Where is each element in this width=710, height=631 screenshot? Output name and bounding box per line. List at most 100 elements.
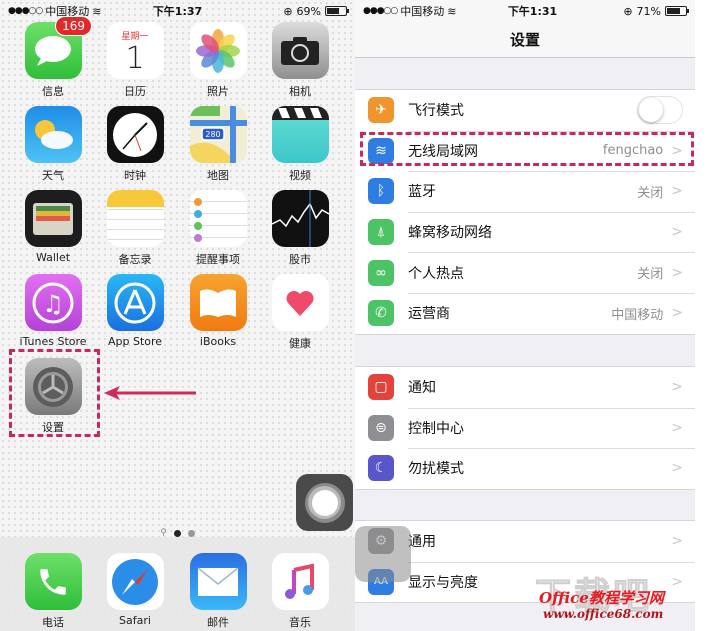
svg-text:♫: ♫	[42, 290, 64, 318]
app-app-store[interactable]: App Store	[100, 274, 170, 348]
app-label: 相机	[289, 85, 311, 98]
dock-app-mail[interactable]: 邮件	[183, 553, 253, 630]
row-label: 运营商	[408, 306, 450, 323]
app-ibooks[interactable]: iBooks	[183, 274, 253, 348]
itunes-store-icon: ♫	[24, 274, 82, 331]
battery-icon	[325, 6, 349, 16]
app-label: 日历	[124, 85, 146, 98]
chevron-right-icon: >	[671, 183, 683, 200]
app-label: 邮件	[207, 616, 229, 629]
app-videos[interactable]: 视频	[265, 106, 335, 183]
home-screen: ●●●○○ 中国移动 ≋ 下午1:37 ⊕ 69% 169 信息 星期一 1 日历 照片 相机 天气…	[0, 0, 355, 631]
app-weather[interactable]: 天气	[18, 106, 88, 183]
rotation-lock-icon: ⊕	[283, 4, 293, 18]
page-title: 设置	[355, 22, 695, 58]
clock-icon	[106, 106, 164, 163]
status-time: 下午1:31	[507, 5, 558, 18]
row-value: 关闭	[637, 267, 664, 283]
dock-app-phone[interactable]: 电话	[18, 553, 88, 630]
settings-row-cellular[interactable]: ⍋ 蜂窝移动网络 >	[355, 211, 695, 253]
calendar-icon: 星期一 1	[106, 22, 164, 79]
music-icon	[271, 553, 329, 610]
assistive-touch-button-faded[interactable]	[355, 526, 411, 582]
wifi-icon: ≋	[92, 4, 102, 18]
safari-icon	[106, 553, 164, 610]
chevron-right-icon: >	[671, 533, 683, 550]
row-label: 蜂窝移动网络	[408, 225, 492, 242]
app-camera[interactable]: 相机	[265, 22, 335, 99]
row-value: 关闭	[637, 185, 664, 201]
highlight-box-wifi	[360, 132, 694, 166]
battery-percent: 71%	[636, 4, 661, 18]
row-label: 勿扰模式	[408, 461, 464, 478]
battery-icon	[665, 6, 689, 16]
row-label: 控制中心	[408, 420, 464, 437]
hotspot-icon: ∞	[368, 259, 394, 286]
app-label: 电话	[42, 616, 64, 629]
watermark: 下载吧 Office教程学习网 www.office68.com	[527, 567, 692, 627]
row-label: 通知	[408, 380, 436, 397]
app-stocks[interactable]: 股市	[265, 190, 335, 267]
wallet-icon	[24, 190, 82, 247]
app-label: Safari	[119, 614, 151, 627]
app-health[interactable]: 健康	[265, 274, 335, 351]
app-notes[interactable]: 备忘录	[100, 190, 170, 267]
health-icon	[271, 274, 329, 331]
phone-icon	[24, 553, 82, 610]
status-bar: ●●●○○ 中国移动 ≋ 下午1:31 ⊕ 71%	[355, 0, 710, 22]
chevron-right-icon: >	[671, 379, 683, 396]
app-messages[interactable]: 169 信息	[18, 16, 92, 99]
row-label: 通用	[408, 534, 436, 551]
app-label: 健康	[289, 337, 311, 350]
app-wallet[interactable]: Wallet	[18, 190, 88, 264]
settings-row-bluetooth[interactable]: ᛒ 蓝牙 关闭 >	[355, 171, 695, 212]
app-photos[interactable]: 照片	[183, 22, 253, 99]
app-maps[interactable]: 280 地图	[183, 106, 253, 183]
settings-row-control-center[interactable]: ⊜ 控制中心 >	[355, 407, 695, 449]
app-label: Wallet	[35, 251, 71, 264]
settings-row-moon[interactable]: ☾ 勿扰模式 >	[355, 448, 695, 489]
carrier-phone-icon: ✆	[368, 300, 394, 327]
signal-strength-icon: ●●●○○	[363, 6, 398, 16]
page-dot-1[interactable]	[173, 529, 181, 537]
app-itunes-store[interactable]: ♫ iTunes Store	[18, 274, 88, 348]
calendar-day: 1	[125, 41, 145, 76]
app-label: 照片	[207, 85, 229, 98]
control-center-icon: ⊜	[368, 414, 394, 441]
app-label: 时钟	[124, 169, 146, 182]
app-store-icon	[106, 274, 164, 331]
settings-row-carrier-phone[interactable]: ✆ 运营商 中国移动 >	[355, 292, 695, 334]
mail-icon	[189, 553, 247, 610]
settings-row-notifications[interactable]: ▢ 通知 >	[355, 367, 695, 408]
watermark-line1: Office教程学习网	[539, 589, 664, 607]
wifi-icon: ≋	[447, 4, 457, 18]
assistive-touch-button[interactable]	[296, 474, 353, 531]
settings-row-hotspot[interactable]: ∞ 个人热点 关闭 >	[355, 252, 695, 293]
app-label: 信息	[42, 85, 64, 98]
screen-gap	[695, 0, 710, 631]
rotation-lock-icon: ⊕	[623, 4, 633, 18]
app-clock[interactable]: 时钟	[100, 106, 170, 183]
svg-text:280: 280	[205, 130, 220, 139]
app-label: 提醒事项	[196, 253, 240, 266]
dock-app-safari[interactable]: Safari	[100, 553, 170, 627]
app-label: App Store	[107, 335, 163, 348]
chevron-right-icon: >	[671, 224, 683, 241]
weather-icon	[24, 106, 82, 163]
app-calendar[interactable]: 星期一 1 日历	[100, 22, 170, 99]
app-label: iBooks	[199, 335, 237, 348]
row-label: 飞行模式	[408, 103, 464, 120]
airplane-mode-toggle[interactable]	[637, 96, 683, 125]
app-reminders[interactable]: 提醒事项	[183, 190, 253, 267]
airplane-icon: ✈	[368, 97, 394, 124]
chevron-right-icon: >	[671, 264, 683, 281]
settings-row-airplane[interactable]: ✈ 飞行模式	[355, 90, 695, 131]
app-label: 视频	[289, 169, 311, 182]
chevron-right-icon: >	[671, 419, 683, 436]
page-dot-2[interactable]	[187, 529, 195, 537]
status-time: 下午1:37	[152, 5, 203, 18]
watermark-line2: www.office68.com	[543, 607, 664, 621]
dock-app-music[interactable]: 音乐	[265, 553, 335, 630]
notifications-icon: ▢	[368, 374, 394, 401]
row-label: 蓝牙	[408, 184, 436, 201]
